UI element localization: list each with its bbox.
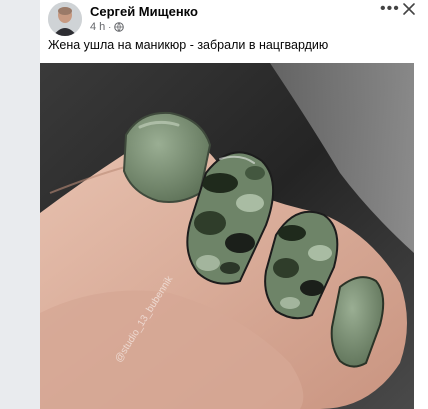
facebook-post-card: Сергей Мищенко 4 h · ••• Жена ушла на ма… xyxy=(40,0,428,409)
author-avatar[interactable] xyxy=(48,2,82,36)
post-time[interactable]: 4 h xyxy=(90,21,105,33)
avatar-photo xyxy=(48,2,82,36)
close-icon[interactable] xyxy=(402,2,416,16)
meta-separator: · xyxy=(108,22,112,32)
post-meta: 4 h · xyxy=(90,21,125,33)
post-text: Жена ушла на маникюр - забрали в нацгвар… xyxy=(48,38,329,52)
author-name[interactable]: Сергей Мищенко xyxy=(90,4,198,19)
nails-photo-illustration: @studio_13_bubennik xyxy=(40,63,414,409)
globe-icon[interactable] xyxy=(114,22,125,32)
card-right-edge xyxy=(414,63,428,409)
post-photo[interactable]: @studio_13_bubennik xyxy=(40,63,414,409)
more-options-icon[interactable]: ••• xyxy=(380,1,400,17)
